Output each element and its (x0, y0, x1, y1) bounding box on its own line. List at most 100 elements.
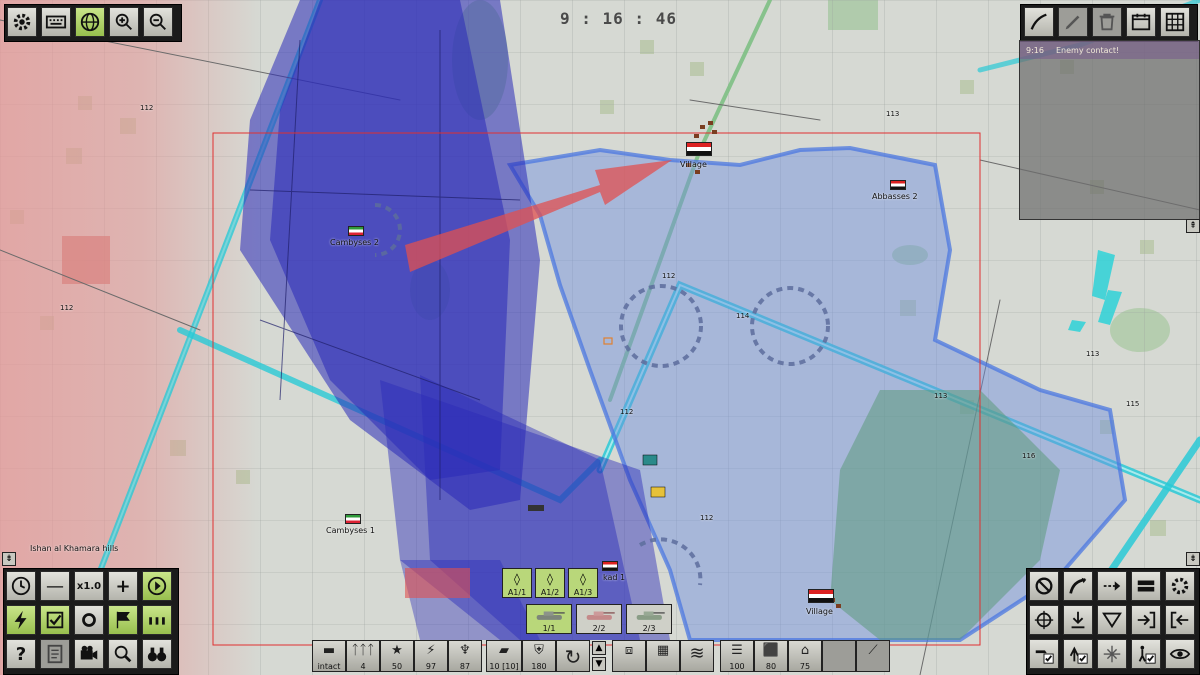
stat-value: intact (317, 662, 341, 671)
elevation-label: 112 (662, 272, 676, 280)
subunit-label: A1/2 (540, 588, 560, 597)
move-icon[interactable] (1097, 571, 1127, 601)
zoom-out-icon[interactable] (143, 7, 173, 37)
elevation-label: 114 (736, 312, 750, 320)
unit-label-village[interactable]: Village (680, 160, 707, 169)
unit-label-kad-1[interactable]: kad 1 (603, 573, 625, 582)
rotate-icon: ↻ (564, 645, 582, 669)
iraq-flag-icon[interactable] (602, 561, 618, 571)
calendar-icon[interactable] (1126, 7, 1156, 37)
tank-card[interactable]: 2/2 (576, 604, 622, 634)
clock-icon[interactable] (6, 571, 36, 601)
tank-label: 2/2 (592, 624, 606, 633)
gear-icon[interactable] (7, 7, 37, 37)
target-icon[interactable] (1029, 605, 1059, 635)
elevation-label: 113 (1086, 350, 1100, 358)
leader-stat: ⌂ 75 (788, 640, 822, 672)
circle-icon[interactable] (74, 605, 104, 635)
notes-icon[interactable] (40, 639, 70, 669)
enter-icon[interactable] (1131, 605, 1161, 635)
dismount-toggle[interactable] (1131, 639, 1161, 669)
eagle-icon: ♆ (459, 643, 471, 658)
stat-value: 10 [10] (489, 662, 519, 671)
stat-value: 180 (531, 662, 547, 671)
collapse-log-icon[interactable]: ⇞ (1186, 219, 1200, 233)
collapse-right-panel-icon[interactable]: ⇟ (1186, 552, 1200, 566)
elevation-label: 112 (140, 104, 154, 112)
unload-icon[interactable] (1063, 605, 1093, 635)
ambush-toggle[interactable] (1063, 639, 1093, 669)
exit-icon[interactable] (1165, 605, 1195, 635)
tank-card[interactable]: 2/3 (626, 604, 672, 634)
unit-label-village[interactable]: Village (806, 607, 833, 616)
draw-icon[interactable] (1024, 7, 1054, 37)
waves-button[interactable]: ≋ (680, 640, 714, 672)
tank-card[interactable]: 1/1 (526, 604, 572, 634)
hold-fire-toggle[interactable] (1029, 639, 1059, 669)
search-icon[interactable] (108, 639, 138, 669)
unit-label-abbasses-2[interactable]: Abbasses 2 (872, 192, 918, 201)
checkbox-icon[interactable] (40, 605, 70, 635)
camera-icon[interactable] (74, 639, 104, 669)
star-icon: ★ (391, 643, 403, 658)
flag-icon[interactable] (108, 605, 138, 635)
eye-icon[interactable] (1165, 639, 1195, 669)
message-log[interactable]: 9:16 Enemy contact! (1019, 40, 1200, 220)
rotate-button[interactable]: ↻ (556, 640, 590, 672)
soldiers-icon: ᛏᛏᛏ (351, 643, 375, 658)
faster-button[interactable]: + (108, 571, 138, 601)
elevation-label: 113 (934, 392, 948, 400)
settings-gear-icon[interactable] (1165, 571, 1195, 601)
subunit-card[interactable]: ◊ A1/2 (535, 568, 565, 598)
help-button[interactable]: ? (6, 639, 36, 669)
tank-label: 1/1 (542, 624, 556, 633)
binoculars-icon[interactable] (142, 639, 172, 669)
checker-button[interactable]: ▦ (646, 640, 680, 672)
iraq-flag-icon[interactable] (890, 180, 906, 190)
formation-button[interactable]: ⧈ (612, 640, 646, 672)
iraq-flag-icon[interactable] (808, 589, 834, 603)
iraq-flag-icon[interactable] (686, 142, 712, 156)
elevation-label: 116 (1022, 452, 1036, 460)
grid-icon[interactable] (1160, 7, 1190, 37)
speed-display: x1.0 (74, 571, 104, 601)
shield-icon: ⛨ (534, 643, 544, 658)
zoom-in-icon[interactable] (109, 7, 139, 37)
tank-icon (586, 611, 615, 620)
iran-flag-icon[interactable] (345, 514, 361, 524)
checker-icon: ▦ (656, 643, 670, 658)
scroll-up-icon[interactable]: ▲ (592, 641, 606, 655)
artillery-button[interactable]: ⟋ (856, 640, 890, 672)
globe-icon[interactable] (75, 7, 105, 37)
air-icon[interactable] (1097, 639, 1127, 669)
trash-icon[interactable] (1092, 7, 1122, 37)
slower-button[interactable]: — (40, 571, 70, 601)
subunit-card[interactable]: ◊ A1/3 (568, 568, 598, 598)
supply-stat: ⛨ 180 (522, 640, 556, 672)
unit-label-cambyses-1[interactable]: Cambyses 1 (326, 526, 375, 535)
keyboard-icon[interactable] (41, 7, 71, 37)
fuel-icon: ☰ (731, 643, 743, 658)
formation-icon: ⧈ (624, 643, 634, 658)
units-icon[interactable] (142, 605, 172, 635)
artillery-icon: ⟋ (868, 643, 878, 658)
scroll-down-icon[interactable]: ▼ (592, 657, 606, 671)
subunit-card[interactable]: ◊ A1/1 (502, 568, 532, 598)
lightning-icon[interactable] (6, 605, 36, 635)
elevation-label: 112 (620, 408, 634, 416)
message-text: Enemy contact! (1056, 46, 1120, 55)
elevation-label: 113 (886, 110, 900, 118)
iran-flag-icon[interactable] (348, 226, 364, 236)
convoy-icon[interactable] (1131, 571, 1161, 601)
pencil-icon[interactable] (1058, 7, 1088, 37)
subunit-label: A1/1 (507, 588, 527, 597)
collapse-left-panel-icon[interactable]: ⇟ (2, 552, 16, 566)
ammo-stat: ▰ 10 [10] (486, 640, 522, 672)
fire-arc-icon[interactable] (1097, 605, 1127, 635)
stop-icon[interactable] (1029, 571, 1059, 601)
infantry-icon: ◊ (514, 572, 520, 586)
play-icon[interactable] (142, 571, 172, 601)
unit-label-cambyses-2[interactable]: Cambyses 2 (330, 238, 379, 247)
fast-move-icon[interactable] (1063, 571, 1093, 601)
message-time: 9:16 (1026, 46, 1044, 55)
